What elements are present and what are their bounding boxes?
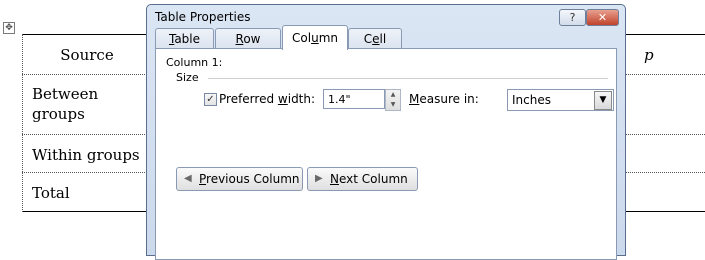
tab-cell[interactable]: Cell <box>348 28 402 49</box>
size-group-label: Size <box>176 71 199 84</box>
measure-in-select[interactable]: Inches ▼ <box>507 89 614 111</box>
tab-row[interactable]: Row <box>215 28 281 49</box>
measure-in-label: Measure in: <box>409 92 479 106</box>
width-spinner: ▲ ▼ <box>385 89 401 111</box>
help-icon[interactable]: ? <box>559 9 586 26</box>
tab-column[interactable]: Column <box>282 25 348 50</box>
arrow-left-icon: ◀ <box>184 173 192 184</box>
column-tab-panel: Column 1: Size ✓ Preferred width: ▲ ▼ Me… <box>155 48 617 260</box>
spinner-down-icon[interactable]: ▼ <box>386 100 400 110</box>
size-group-divider <box>208 78 608 79</box>
arrow-right-icon: ▶ <box>315 173 323 184</box>
column-heading: Column 1: <box>166 56 223 69</box>
row-label-within-groups: Within groups <box>32 146 140 164</box>
preferred-width-label: Preferred width: <box>219 92 316 106</box>
table-move-handle-icon[interactable]: ✥ <box>3 22 15 34</box>
preferred-width-checkbox[interactable]: ✓ <box>204 93 217 106</box>
dialog-tabs: Table Row Column Cell <box>155 25 615 50</box>
chevron-down-icon[interactable]: ▼ <box>594 91 612 110</box>
previous-column-button[interactable]: ◀ Previous Column <box>176 167 303 191</box>
dialog-title: Table Properties <box>155 10 251 24</box>
preferred-width-input[interactable] <box>323 89 385 109</box>
row-label-between-groups: Between groups <box>32 85 99 123</box>
header-cell-p: p <box>644 46 654 64</box>
measure-in-value: Inches <box>512 93 551 107</box>
table-properties-dialog: Table Properties ? ✕ Table Row Column Ce… <box>146 4 626 260</box>
header-cell-source: Source <box>60 46 114 64</box>
tab-table[interactable]: Table <box>155 28 214 49</box>
next-column-button[interactable]: ▶ Next Column <box>307 167 418 191</box>
row-label-total: Total <box>32 184 70 202</box>
spinner-up-icon[interactable]: ▲ <box>386 90 400 100</box>
close-icon[interactable]: ✕ <box>586 9 619 26</box>
